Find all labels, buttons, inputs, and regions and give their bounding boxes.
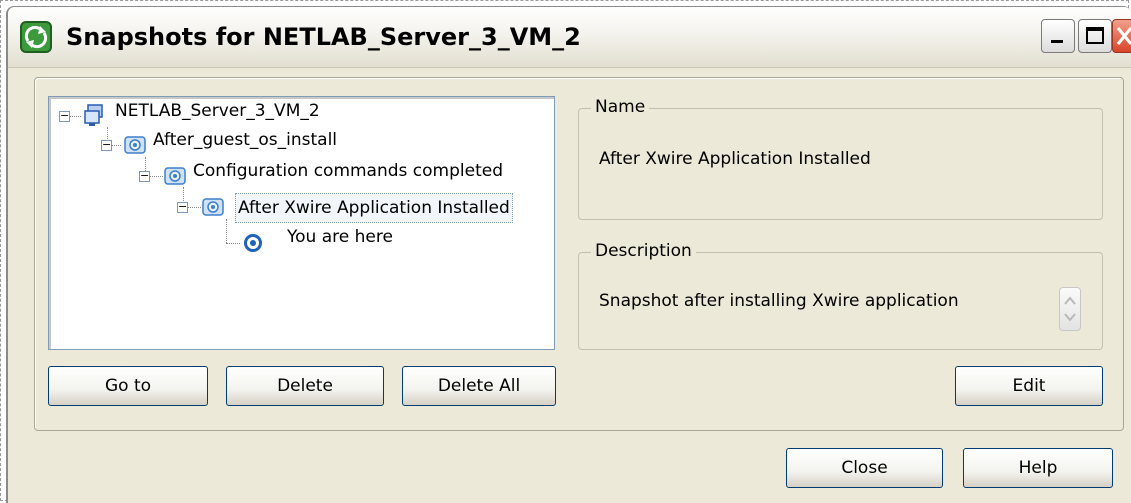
tree-node-current-state[interactable]: You are here bbox=[287, 227, 393, 247]
tree-connector bbox=[226, 219, 227, 243]
minimize-button[interactable] bbox=[1041, 19, 1075, 53]
you-are-here-icon bbox=[244, 234, 262, 252]
snapshot-name-value: After Xwire Application Installed bbox=[599, 149, 871, 169]
collapse-toggle[interactable]: − bbox=[177, 201, 188, 213]
tree-node-root[interactable]: NETLAB_Server_3_VM_2 bbox=[115, 101, 320, 121]
tree-node-snapshot[interactable]: Configuration commands completed bbox=[193, 161, 503, 181]
description-group-label: Description bbox=[591, 241, 696, 261]
snapshot-description-value: Snapshot after installing Xwire applicat… bbox=[599, 291, 959, 311]
help-button[interactable]: Help bbox=[963, 448, 1113, 488]
title-bar[interactable]: Snapshots for NETLAB_Server_3_VM_2 bbox=[8, 7, 1131, 68]
snapshot-tree[interactable]: − NETLAB_Server_3_VM_2 − After_guest_os_… bbox=[48, 96, 555, 350]
tree-connector bbox=[69, 116, 81, 117]
tree-connector bbox=[187, 207, 201, 208]
close-button[interactable]: Close bbox=[786, 448, 943, 488]
name-group-label: Name bbox=[591, 97, 650, 117]
tree-node-snapshot[interactable]: After_guest_os_install bbox=[153, 130, 337, 150]
description-scrollbar[interactable] bbox=[1059, 287, 1081, 331]
collapse-toggle[interactable]: − bbox=[139, 170, 150, 182]
snapshot-icon bbox=[202, 198, 224, 216]
delete-all-button[interactable]: Delete All bbox=[402, 366, 556, 406]
tree-node-snapshot-selected[interactable]: After Xwire Application Installed bbox=[235, 193, 513, 223]
scroll-arrows-icon bbox=[1064, 296, 1076, 322]
edit-button[interactable]: Edit bbox=[955, 366, 1103, 406]
snapshot-icon bbox=[164, 167, 186, 185]
go-to-button[interactable]: Go to bbox=[48, 366, 208, 406]
description-group: Description Snapshot after installing Xw… bbox=[578, 241, 1103, 350]
tree-connector bbox=[149, 176, 163, 177]
window-title: Snapshots for NETLAB_Server_3_VM_2 bbox=[66, 23, 581, 51]
vm-icon bbox=[84, 104, 103, 126]
maximize-button[interactable] bbox=[1078, 19, 1112, 53]
delete-button[interactable]: Delete bbox=[226, 366, 384, 406]
close-icon bbox=[1116, 27, 1131, 45]
close-window-button[interactable] bbox=[1112, 19, 1131, 53]
snapshot-manager-icon bbox=[20, 21, 52, 53]
collapse-toggle[interactable]: − bbox=[101, 139, 112, 151]
name-group: Name After Xwire Application Installed bbox=[578, 97, 1103, 220]
snapshot-icon bbox=[124, 136, 146, 154]
collapse-toggle[interactable]: − bbox=[59, 110, 70, 122]
minimize-icon bbox=[1051, 40, 1063, 43]
maximize-icon bbox=[1086, 27, 1104, 44]
tree-connector bbox=[226, 243, 240, 244]
